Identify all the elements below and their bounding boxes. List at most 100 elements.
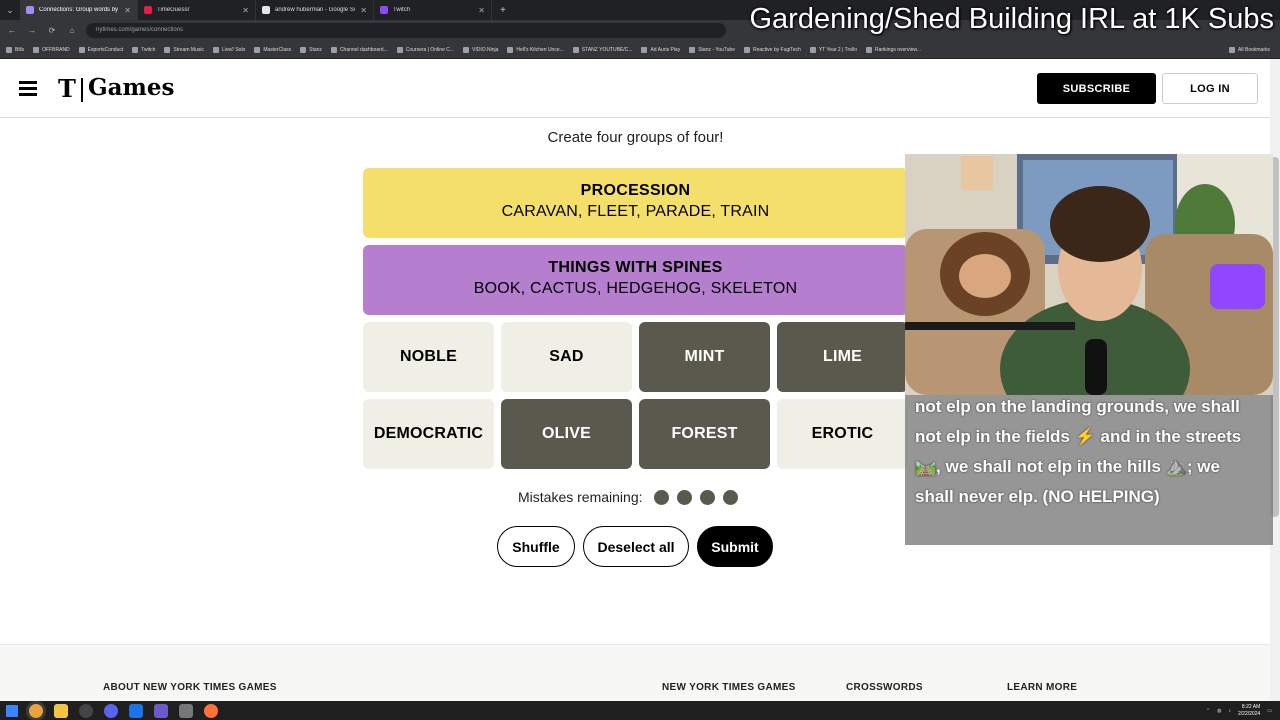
bookmark-label: Stream Music — [173, 46, 204, 53]
mistake-dot — [699, 489, 715, 505]
bookmark-item[interactable]: Stream Music — [164, 46, 204, 53]
bookmark-item[interactable]: Live// Solo — [212, 46, 245, 53]
nyt-logo[interactable]: T — [58, 74, 76, 103]
mistakes-indicator: Mistakes remaining: — [518, 487, 738, 507]
close-icon[interactable]: ✕ — [124, 6, 131, 15]
bookmark-item[interactable]: Bills — [6, 46, 25, 53]
bookmark-icon — [689, 46, 696, 53]
bookmark-icon — [396, 46, 403, 53]
bookmark-item[interactable]: MasterClass — [254, 46, 292, 53]
clock-time: 8:22 AM — [1241, 703, 1261, 710]
close-icon[interactable]: ✕ — [242, 6, 249, 15]
windows-start-icon[interactable] — [6, 704, 18, 717]
bookmark-item[interactable]: Ad Auris Play — [641, 46, 680, 53]
bookmark-label: YT Year 2 | Trello — [818, 46, 857, 53]
bookmark-item[interactable]: EsportsConduct — [78, 46, 123, 53]
back-icon[interactable]: ← — [6, 26, 18, 35]
discord-icon[interactable] — [104, 703, 118, 718]
solved-group-procession: PROCESSION CARAVAN, FLEET, PARADE, TRAIN — [363, 168, 908, 238]
bookmark-item[interactable]: VIDIO.Ninja — [463, 46, 498, 53]
bookmark-label: Stanz — [309, 46, 322, 53]
file-explorer-icon[interactable] — [54, 703, 68, 718]
google-favicon-icon — [262, 6, 270, 14]
tab-google-search[interactable]: andrew huberman - Google Sc ✕ — [256, 0, 374, 20]
bookmark-item[interactable]: YT Year 2 | Trello — [809, 46, 857, 53]
word-tile[interactable]: FOREST — [639, 399, 770, 469]
settings-icon[interactable] — [179, 703, 193, 718]
forward-icon[interactable]: → — [26, 26, 38, 35]
bookmark-item[interactable]: Hell's Kitchen Unce... — [507, 46, 564, 53]
bookmark-icon — [132, 46, 139, 53]
bookmark-label: Twitch — [141, 46, 156, 53]
bookmark-item[interactable]: STANZ YOUTUBE/C... — [572, 46, 632, 53]
home-icon[interactable]: ⌂ — [66, 26, 78, 35]
shuffle-button[interactable]: Shuffle — [497, 526, 575, 567]
chevron-up-icon[interactable]: ⌃ — [1206, 708, 1210, 714]
word-tile[interactable]: LIME — [777, 322, 908, 392]
clock[interactable]: 8:22 AM 2/22/2024 — [1238, 704, 1260, 718]
bookmark-item[interactable]: OFFBRAND — [33, 46, 70, 53]
firefox-icon[interactable] — [204, 703, 218, 718]
subscribe-button[interactable]: SUBSCRIBE — [1037, 73, 1156, 104]
new-tab-button[interactable]: + — [492, 0, 514, 20]
close-icon[interactable]: ✕ — [478, 6, 485, 15]
all-bookmarks-button[interactable]: All Bookmarks — [1229, 41, 1270, 59]
notifications-icon[interactable]: ▭ — [1267, 708, 1272, 714]
word-tile[interactable]: NOBLE — [363, 322, 494, 392]
bookmark-item[interactable]: Stanz — [300, 46, 322, 53]
submit-button[interactable]: Submit — [697, 526, 773, 567]
games-wordmark[interactable]: Games — [88, 74, 174, 101]
volume-icon[interactable]: ♪ — [1229, 708, 1232, 714]
deselect-all-button[interactable]: Deselect all — [583, 526, 689, 567]
reload-icon[interactable]: ⟳ — [46, 26, 58, 35]
tab-twitch[interactable]: Twitch ✕ — [374, 0, 492, 20]
mistake-dot — [722, 489, 738, 505]
bookmark-item[interactable]: Stanz - YouTube — [689, 46, 735, 53]
footer-heading-games[interactable]: NEW YORK TIMES GAMES — [662, 682, 796, 693]
obs-icon[interactable] — [79, 703, 93, 718]
site-footer: ABOUT NEW YORK TIMES GAMES NEW YORK TIME… — [0, 644, 1270, 701]
tab-connections[interactable]: Connections: Group words by t ✕ — [20, 0, 138, 20]
tab-search-icon[interactable]: ⌄ — [0, 0, 20, 20]
close-icon[interactable]: ✕ — [360, 6, 367, 15]
footer-heading-about[interactable]: ABOUT NEW YORK TIMES GAMES — [103, 682, 277, 693]
word-tile[interactable]: DEMOCRATIC — [363, 399, 494, 469]
tab-timeguessr[interactable]: TimeGuessr ✕ — [138, 0, 256, 20]
solved-words: BOOK, CACTUS, HEDGEHOG, SKELETON — [473, 280, 798, 297]
chat-message: not elp on the landing grounds, we shall… — [915, 397, 1242, 506]
word-tile[interactable]: EROTIC — [777, 399, 908, 469]
footer-heading-learn-more[interactable]: LEARN MORE — [1007, 682, 1077, 693]
bookmark-icon — [212, 46, 219, 53]
bookmark-icon — [572, 46, 579, 53]
bookmark-item[interactable]: Coursera | Online C... — [396, 46, 454, 53]
chat-message-overlay: not elp on the landing grounds, we shall… — [905, 395, 1273, 545]
network-icon[interactable]: ◍ — [1217, 708, 1221, 714]
login-button[interactable]: LOG IN — [1162, 73, 1258, 104]
word-tile[interactable]: MINT — [639, 322, 770, 392]
app-icon[interactable] — [129, 703, 143, 718]
footer-heading-crosswords[interactable]: CROSSWORDS — [846, 682, 923, 693]
bookmark-item[interactable]: Reactive by FugiTech — [744, 46, 801, 53]
tab-label: andrew huberman - Google Sc — [275, 7, 356, 13]
chrome-taskbar-icon[interactable] — [29, 703, 43, 718]
solved-group-spines: THINGS WITH SPINES BOOK, CACTUS, HEDGEHO… — [363, 245, 908, 315]
bookmark-label: Bills — [15, 46, 25, 53]
bookmark-label: MasterClass — [263, 46, 292, 53]
bookmark-item[interactable]: Channel dashboard... — [330, 46, 388, 53]
word-tile[interactable]: SAD — [501, 322, 632, 392]
hamburger-menu-icon[interactable] — [19, 81, 37, 96]
stream-overlay-title: Gardening/Shed Building IRL at 1K Subs — [749, 3, 1275, 35]
os-taskbar: ⌃ ◍ ♪ 8:22 AM 2/22/2024 ▭ — [0, 701, 1280, 720]
folder-icon — [1229, 47, 1236, 53]
app-icon[interactable] — [154, 703, 168, 718]
system-tray: ⌃ ◍ ♪ 8:22 AM 2/22/2024 ▭ — [1206, 701, 1272, 720]
bookmark-icon — [78, 46, 85, 53]
clock-date: 2/22/2024 — [1238, 710, 1261, 717]
mistake-dot — [653, 489, 669, 505]
word-tile[interactable]: OLIVE — [501, 399, 632, 469]
bookmark-label: Hell's Kitchen Unce... — [516, 46, 564, 53]
bookmark-item[interactable]: Twitch — [132, 46, 156, 53]
url-field[interactable]: nytimes.com/games/connections — [86, 23, 726, 38]
bookmark-item[interactable]: Rankings overview... — [866, 46, 921, 53]
screen: ⌄ Connections: Group words by t ✕ TimeGu… — [0, 0, 1280, 720]
